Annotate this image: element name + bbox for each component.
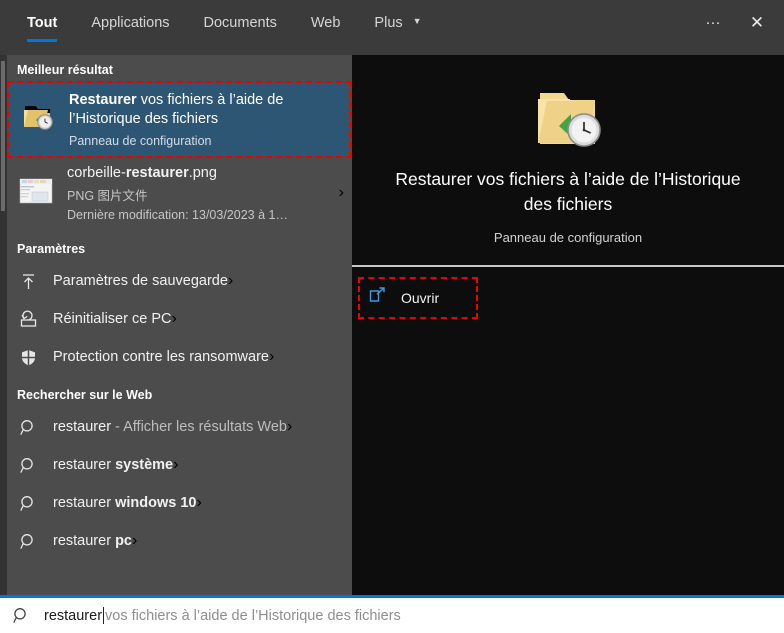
chevron-right-icon[interactable]: › [339, 184, 344, 202]
best-result-texts: Restaurer vos fichiers à l’aide de l’His… [69, 91, 338, 148]
web-query-text: restaurer [53, 457, 116, 473]
section-header-settings: Paramètres [17, 242, 86, 256]
settings-item-backup[interactable]: Paramètres de sauvegarde › [7, 262, 352, 300]
close-icon[interactable]: ✕ [744, 10, 770, 36]
search-bar[interactable]: restaurer vos fichiers à l’aide de l’His… [0, 595, 784, 633]
settings-item-label: Réinitialiser ce PC [53, 311, 172, 327]
file-result-item[interactable]: corbeille-restaurer.png PNG 图片文件 Dernièr… [7, 156, 352, 230]
web-query-text: restaurer [53, 533, 116, 549]
preview-subtitle: Panneau de configuration [493, 230, 643, 245]
search-icon [19, 456, 45, 475]
file-name-match: restaurer [125, 164, 189, 181]
preview-pane: Restaurer vos fichiers à l’aide de l’His… [352, 55, 784, 595]
web-suggestion-0[interactable]: restaurer - Afficher les résultats Web › [7, 408, 352, 446]
search-input[interactable]: restaurer vos fichiers à l’aide de l’His… [44, 607, 401, 624]
chevron-right-icon[interactable]: › [132, 532, 137, 550]
search-tab-bar: Tout Applications Documents Web Plus ▼ ·… [0, 0, 784, 55]
web-suggestion-1[interactable]: restaurer système › [7, 446, 352, 484]
tab-label: Applications [91, 15, 170, 31]
results-pane: Meilleur résultat Restaurer vos fichiers… [0, 55, 352, 595]
text-cursor [103, 607, 105, 624]
web-suggestion-label: restaurer système [53, 457, 173, 473]
folder-history-large-icon [530, 85, 606, 153]
scrollbar-thumb[interactable] [1, 61, 5, 211]
web-suggestion-label: restaurer - Afficher les résultats Web [53, 419, 287, 435]
best-result-item[interactable]: Restaurer vos fichiers à l’aide de l’His… [9, 83, 348, 156]
reset-pc-icon [19, 309, 45, 329]
tab-label: Web [310, 15, 341, 31]
settings-item-label: Protection contre les ransomware [53, 349, 269, 365]
file-name-prefix: corbeille- [67, 164, 126, 181]
chevron-right-icon[interactable]: › [196, 494, 201, 512]
tab-documents[interactable]: Documents [187, 0, 294, 55]
open-button[interactable]: Ouvrir [358, 279, 461, 317]
tab-web[interactable]: Web [294, 0, 358, 55]
file-result-name: corbeille-restaurer.png [67, 165, 288, 181]
chevron-down-icon: ▼ [412, 16, 422, 27]
settings-item-ransomware[interactable]: Protection contre les ransomware › [7, 338, 352, 376]
file-result-modified: Dernière modification: 13/03/2023 à 1… [67, 207, 288, 222]
preview-title: Restaurer vos fichiers à l’aide de l’His… [395, 169, 741, 214]
tab-tout[interactable]: Tout [10, 0, 74, 55]
windows-search-window: Tout Applications Documents Web Plus ▼ ·… [0, 0, 784, 633]
web-query-bold: pc [115, 533, 132, 549]
tab-applications[interactable]: Applications [74, 0, 186, 55]
best-result-caption: Panneau de configuration [69, 134, 212, 148]
search-icon [12, 606, 38, 625]
tab-plus[interactable]: Plus ▼ [357, 0, 438, 55]
shield-icon [19, 348, 45, 367]
file-result-type: PNG 图片文件 [67, 188, 148, 203]
best-result-title: Restaurer vos fichiers à l’aide de l’His… [69, 91, 338, 129]
tab-label: Documents [203, 15, 277, 31]
chevron-right-icon[interactable]: › [173, 456, 178, 474]
search-autocomplete-suggestion: vos fichiers à l’aide de l’Historique de… [105, 607, 401, 624]
search-icon [19, 494, 45, 513]
web-suggestion-2[interactable]: restaurer windows 10 › [7, 484, 352, 522]
tab-label: Plus [374, 15, 403, 31]
best-result-container: Restaurer vos fichiers à l’aide de l’His… [7, 81, 352, 158]
search-icon [19, 418, 45, 437]
backup-upload-icon [19, 272, 45, 291]
chevron-right-icon[interactable]: › [269, 348, 274, 366]
web-suggestion-label: restaurer windows 10 [53, 495, 196, 511]
more-options-icon[interactable]: ··· [700, 10, 726, 36]
best-result-title-bold: Restaurer [69, 92, 137, 108]
tab-list: Tout Applications Documents Web Plus ▼ [10, 0, 439, 55]
png-thumbnail-icon [19, 177, 53, 210]
tab-label: Tout [27, 15, 58, 31]
open-button-label: Ouvrir [401, 290, 440, 306]
settings-item-reset-pc[interactable]: Réinitialiser ce PC › [7, 300, 352, 338]
file-name-suffix: .png [188, 164, 217, 181]
section-header-web: Rechercher sur le Web [17, 388, 153, 402]
web-query-suffix: - Afficher les résultats Web [111, 419, 287, 435]
preview-actions: Ouvrir [352, 267, 784, 319]
chevron-right-icon[interactable]: › [228, 272, 233, 290]
web-query-text: restaurer [53, 495, 116, 511]
search-body: Meilleur résultat Restaurer vos fichiers… [0, 55, 784, 595]
chevron-right-icon[interactable]: › [287, 418, 292, 436]
open-external-icon [368, 286, 387, 310]
web-suggestion-3[interactable]: restaurer pc › [7, 522, 352, 560]
web-query-text: restaurer [53, 419, 112, 435]
web-query-bold: windows 10 [115, 495, 197, 511]
search-icon [19, 532, 45, 551]
web-query-bold: système [115, 457, 174, 473]
window-controls: ··· ✕ [700, 0, 784, 45]
chevron-right-icon[interactable]: › [171, 310, 176, 328]
file-result-texts: corbeille-restaurer.png PNG 图片文件 Dernièr… [67, 165, 288, 222]
section-header-best-result: Meilleur résultat [17, 63, 113, 77]
search-input-value: restaurer [44, 607, 103, 624]
web-suggestion-label: restaurer pc [53, 533, 132, 549]
preview-header: Restaurer vos fichiers à l’aide de l’His… [352, 55, 784, 245]
settings-item-label: Paramètres de sauvegarde [53, 273, 228, 289]
results-scrollbar[interactable] [0, 55, 7, 595]
folder-history-icon [21, 101, 55, 138]
